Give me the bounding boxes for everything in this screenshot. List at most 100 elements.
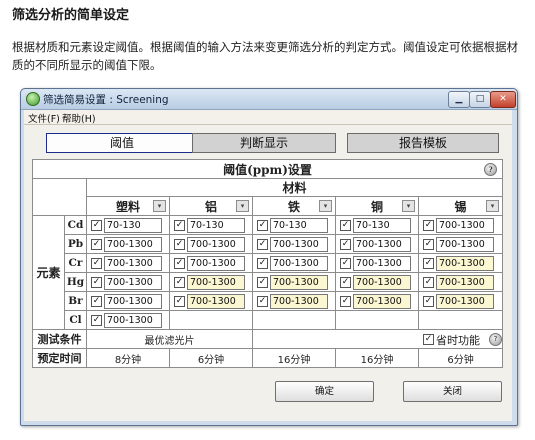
threshold-input[interactable]: 700-1300 (187, 294, 245, 309)
material-column-header: 铜 ▾ (335, 196, 419, 216)
threshold-input[interactable]: 70-130 (270, 218, 328, 233)
threshold-cell: ✓ 70-130 (86, 215, 170, 235)
element-label: Cd (64, 215, 87, 235)
threshold-checkbox[interactable]: ✓ (423, 220, 434, 231)
scheduled-time-value: 8分钟 (86, 348, 170, 368)
threshold-cell: ✓ 700-1300 (86, 272, 170, 292)
threshold-checkbox[interactable]: ✓ (423, 258, 434, 269)
threshold-input[interactable]: 700-1300 (270, 294, 328, 309)
ok-button[interactable]: 确定 (275, 381, 374, 402)
threshold-cell: ✓ 700-1300 (417, 234, 504, 254)
threshold-checkbox[interactable]: ✓ (257, 296, 268, 307)
threshold-input[interactable]: 700-1300 (270, 275, 328, 290)
threshold-input[interactable]: 700-1300 (104, 275, 162, 290)
threshold-checkbox[interactable]: ✓ (91, 315, 102, 326)
threshold-checkbox[interactable]: ✓ (91, 277, 102, 288)
threshold-input[interactable]: 700-1300 (436, 256, 494, 271)
threshold-checkbox[interactable]: ✓ (257, 277, 268, 288)
threshold-checkbox[interactable]: ✓ (91, 258, 102, 269)
minimize-button[interactable]: ▁ (448, 91, 470, 108)
tab-threshold[interactable]: 阈值 (46, 133, 198, 153)
threshold-checkbox[interactable]: ✓ (174, 239, 185, 250)
threshold-cell: ✓ 700-1300 (86, 253, 170, 273)
time-saving-checkbox[interactable]: ✓ (423, 334, 434, 345)
threshold-input[interactable]: 700-1300 (436, 294, 494, 309)
threshold-checkbox[interactable]: ✓ (91, 220, 102, 231)
material-name: 铝 (204, 199, 217, 214)
tab-report-template[interactable]: 报告模板 (347, 133, 499, 153)
threshold-input[interactable]: 700-1300 (104, 313, 162, 328)
close-window-button[interactable]: ✕ (490, 91, 516, 108)
time-saving-cell: ✓ 省时功能 ? (251, 329, 504, 349)
threshold-input[interactable]: 700-1300 (187, 256, 245, 271)
threshold-input[interactable]: 700-1300 (104, 294, 162, 309)
help-icon[interactable]: ? (484, 163, 498, 176)
element-label: Br (64, 291, 87, 311)
dropdown-icon[interactable]: ▾ (319, 200, 332, 212)
help-icon[interactable]: ? (489, 333, 502, 346)
material-name: 铁 (287, 199, 300, 214)
maximize-button[interactable]: □ (469, 91, 491, 108)
threshold-checkbox[interactable]: ✓ (257, 239, 268, 250)
threshold-input[interactable]: 70-130 (353, 218, 411, 233)
threshold-input[interactable]: 700-1300 (104, 237, 162, 252)
dropdown-icon[interactable]: ▾ (236, 200, 249, 212)
test-condition-value: 最优滤光片 (86, 329, 253, 349)
threshold-header: 阈值(ppm)设置 (223, 162, 312, 177)
threshold-input[interactable]: 700-1300 (187, 275, 245, 290)
threshold-input[interactable]: 70-130 (187, 218, 245, 233)
threshold-input[interactable]: 700-1300 (353, 275, 411, 290)
threshold-checkbox[interactable]: ✓ (340, 239, 351, 250)
scheduled-time-value: 6分钟 (417, 348, 504, 368)
threshold-input[interactable]: 700-1300 (436, 218, 494, 233)
threshold-checkbox[interactable]: ✓ (174, 296, 185, 307)
material-column-header: 铝 ▾ (169, 196, 253, 216)
window-titlebar[interactable]: 筛选简易设置 : Screening ▁ □ ✕ (21, 89, 517, 110)
threshold-input[interactable]: 700-1300 (270, 237, 328, 252)
threshold-input[interactable]: 70-130 (104, 218, 162, 233)
threshold-checkbox[interactable]: ✓ (423, 239, 434, 250)
threshold-input[interactable]: 700-1300 (270, 256, 328, 271)
threshold-cell: ✓ 700-1300 (252, 234, 336, 254)
page-description: 根据材质和元素设定阈值。根据阈值的输入方法来变更筛选分析的判定方式。阈值设定可依… (12, 40, 518, 72)
threshold-checkbox[interactable]: ✓ (340, 296, 351, 307)
threshold-checkbox[interactable]: ✓ (340, 258, 351, 269)
element-row-cl: Cl ✓ 700-1300 (33, 310, 504, 330)
threshold-input[interactable]: 700-1300 (104, 256, 162, 271)
dropdown-icon[interactable]: ▾ (153, 200, 166, 212)
close-button[interactable]: 关闭 (403, 381, 502, 402)
threshold-cell: ✓ 700-1300 (169, 272, 253, 292)
threshold-input[interactable]: 700-1300 (436, 237, 494, 252)
threshold-checkbox[interactable]: ✓ (257, 258, 268, 269)
menu-file[interactable]: 文件(F) (28, 111, 60, 125)
threshold-checkbox[interactable]: ✓ (91, 296, 102, 307)
threshold-checkbox[interactable]: ✓ (257, 220, 268, 231)
threshold-input[interactable]: 700-1300 (436, 275, 494, 290)
threshold-input[interactable]: 700-1300 (353, 237, 411, 252)
menubar: 文件(F) 帮助(H) (24, 110, 512, 125)
material-name: 塑料 (115, 199, 140, 214)
threshold-input[interactable]: 700-1300 (187, 237, 245, 252)
threshold-input[interactable]: 700-1300 (353, 256, 411, 271)
threshold-checkbox[interactable]: ✓ (340, 277, 351, 288)
threshold-checkbox[interactable]: ✓ (340, 220, 351, 231)
threshold-checkbox[interactable]: ✓ (91, 239, 102, 250)
threshold-checkbox[interactable]: ✓ (423, 277, 434, 288)
threshold-cell: ✓ 70-130 (252, 215, 336, 235)
threshold-checkbox[interactable]: ✓ (174, 277, 185, 288)
threshold-input[interactable]: 700-1300 (353, 294, 411, 309)
element-row-pb: Pb ✓ 700-1300 ✓ 700-1300 ✓ 700-1300 ✓ 700-13… (33, 234, 504, 254)
threshold-cell-empty (335, 310, 419, 330)
threshold-cell: ✓ 700-1300 (252, 272, 336, 292)
menu-help[interactable]: 帮助(H) (62, 111, 96, 125)
tab-judge-display[interactable]: 判断显示 (192, 133, 336, 153)
dropdown-icon[interactable]: ▾ (486, 200, 500, 212)
threshold-cell: ✓ 700-1300 (417, 272, 504, 292)
threshold-checkbox[interactable]: ✓ (423, 296, 434, 307)
test-condition-label: 测试条件 (32, 329, 87, 349)
threshold-checkbox[interactable]: ✓ (174, 220, 185, 231)
scheduled-time-label: 预定时间 (32, 348, 87, 368)
threshold-checkbox[interactable]: ✓ (174, 258, 185, 269)
dropdown-icon[interactable]: ▾ (402, 200, 415, 212)
threshold-cell: ✓ 700-1300 (252, 291, 336, 311)
